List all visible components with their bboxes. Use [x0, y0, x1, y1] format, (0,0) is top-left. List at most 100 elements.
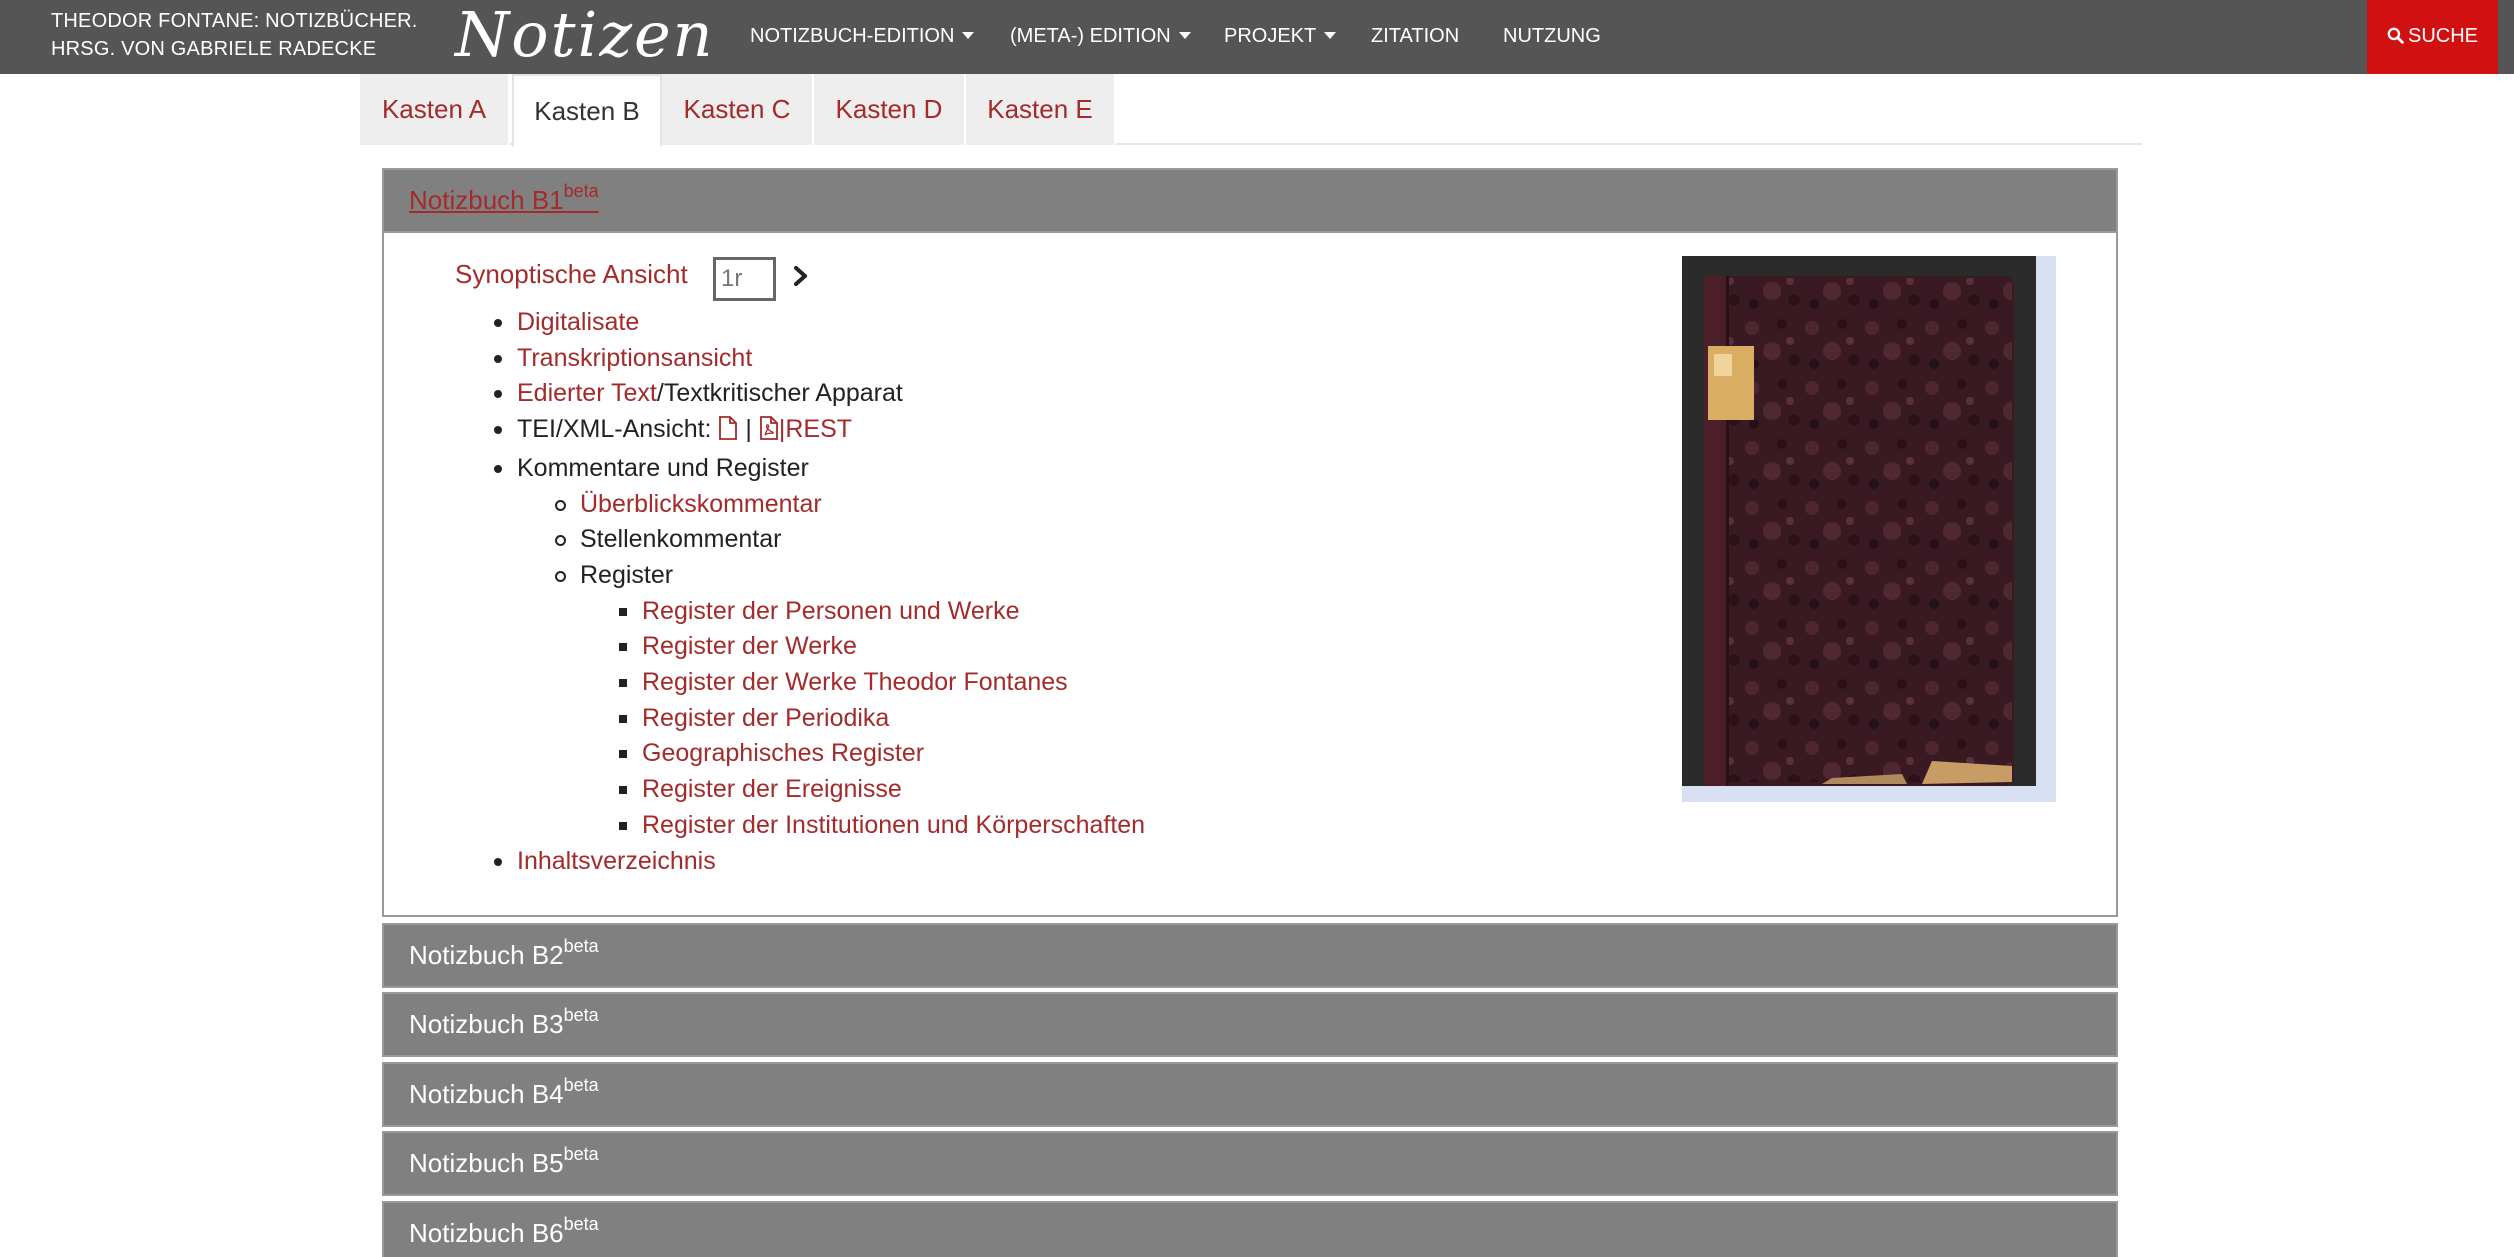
register-link[interactable]: Register der Periodika	[642, 704, 889, 732]
list-item: Register der Werke	[618, 629, 1145, 665]
stellenkommentar-label: Stellenkommentar	[580, 525, 782, 554]
panel-header[interactable]: Notizbuch B4beta	[384, 1064, 2116, 1125]
tei-label: TEI/XML-Ansicht:	[517, 415, 719, 444]
notebook-panel-b2: Notizbuch B2beta	[382, 923, 2118, 988]
list-item: Register der Ereignisse	[618, 772, 1145, 808]
brand-line-2: HRSG. VON GABRIELE RADECKE	[51, 38, 377, 60]
list-item: Stellenkommentar	[554, 522, 1145, 558]
nav-notizbuch-edition[interactable]: NOTIZBUCH-EDITION	[750, 0, 975, 74]
register-link[interactable]: Register der Personen und Werke	[642, 597, 1020, 625]
search-icon	[2387, 27, 2404, 44]
list-item: Inhaltsverzeichnis	[493, 844, 1145, 880]
register-list: Register der Personen und Werke Register…	[618, 594, 1145, 844]
kasten-tabs: Kasten A Kasten B Kasten C Kasten D Kast…	[360, 74, 2142, 147]
tab-kasten-d[interactable]: Kasten D	[814, 74, 966, 145]
pdf-file-icon[interactable]	[759, 415, 779, 451]
brand-title[interactable]: THEODOR FONTANE: NOTIZBÜCHER. HRSG. VON …	[51, 7, 418, 63]
tab-kasten-c[interactable]: Kasten C	[662, 74, 814, 145]
beta-badge: beta	[563, 1075, 599, 1095]
tab-label: Kasten D	[835, 94, 943, 124]
list-item: Register der Werke Theodor Fontanes	[618, 665, 1145, 701]
nav-nutzung[interactable]: NUTZUNG	[1503, 0, 1601, 74]
caret-down-icon	[1324, 32, 1337, 39]
panel-header[interactable]: Notizbuch B3beta	[384, 994, 2116, 1055]
kommentare-label: Kommentare und Register	[517, 453, 809, 482]
notebook-title: Notizbuch B2	[409, 940, 564, 970]
notizen-logo[interactable]: Notizen	[455, 0, 715, 74]
notebook-title: Notizbuch B4	[409, 1079, 564, 1109]
edierter-text-link[interactable]: Edierter Text	[517, 379, 657, 407]
search-button[interactable]: SUCHE	[2367, 0, 2498, 74]
list-item: Edierter Text/Textkritischer Apparat	[493, 376, 1145, 412]
beta-badge: beta	[563, 1005, 599, 1025]
list-item: TEI/XML-Ansicht: | |REST	[493, 412, 1145, 451]
notebook-panel-b6: Notizbuch B6beta	[382, 1201, 2118, 1257]
list-item: Überblickskommentar	[554, 487, 1145, 523]
nav-label: PROJEKT	[1224, 25, 1317, 47]
register-link[interactable]: Register der Werke Theodor Fontanes	[642, 668, 1068, 696]
tab-kasten-e[interactable]: Kasten E	[966, 74, 1116, 145]
rest-link[interactable]: |REST	[779, 415, 852, 443]
nav-label: NUTZUNG	[1503, 25, 1601, 47]
chevron-right-icon[interactable]	[792, 263, 810, 289]
notebook-panel-b5: Notizbuch B5beta	[382, 1131, 2118, 1196]
nav-zitation[interactable]: ZITATION	[1371, 0, 1459, 74]
nav-label: ZITATION	[1371, 25, 1460, 47]
caret-down-icon	[1178, 32, 1191, 39]
tei-separator: |	[738, 415, 759, 444]
tab-label: Kasten A	[381, 94, 487, 124]
list-item: Register Register der Personen und Werke…	[554, 558, 1145, 844]
tab-kasten-a[interactable]: Kasten A	[360, 74, 510, 145]
list-item: Register der Periodika	[618, 701, 1145, 737]
panel-header[interactable]: Notizbuch B5beta	[384, 1133, 2116, 1194]
brand-line-1: THEODOR FONTANE: NOTIZBÜCHER.	[51, 10, 418, 32]
inhaltsverzeichnis-link[interactable]: Inhaltsverzeichnis	[517, 847, 716, 875]
search-label: SUCHE	[2407, 25, 2478, 47]
panel-header[interactable]: Notizbuch B2beta	[384, 925, 2116, 986]
tab-label: Kasten B	[534, 96, 640, 126]
list-item: Register der Personen und Werke	[618, 594, 1145, 630]
digitalisate-link[interactable]: Digitalisate	[517, 308, 639, 336]
caret-down-icon	[962, 32, 975, 39]
nav-label: (META-) EDITION	[1010, 25, 1171, 47]
panel-header[interactable]: Notizbuch B1beta	[384, 170, 2116, 231]
tab-label: Kasten E	[987, 94, 1093, 124]
notebook-title: Notizbuch B3	[409, 1009, 564, 1039]
panel-header[interactable]: Notizbuch B6beta	[384, 1203, 2116, 1257]
nav-projekt[interactable]: PROJEKT	[1224, 0, 1337, 74]
page-input[interactable]	[713, 257, 776, 301]
logo-text: Notizen	[455, 0, 715, 71]
ueberblick-link[interactable]: Überblickskommentar	[580, 490, 822, 518]
synoptic-view-link[interactable]: Synoptische Ansicht	[455, 259, 688, 290]
transkription-link[interactable]: Transkriptionsansicht	[517, 344, 752, 372]
register-link[interactable]: Register der Institutionen und Körpersch…	[642, 811, 1145, 839]
tab-kasten-b[interactable]: Kasten B	[512, 74, 662, 147]
notebook-links-list: Digitalisate Transkriptionsansicht Edier…	[493, 305, 1145, 880]
register-link[interactable]: Register der Ereignisse	[642, 775, 902, 803]
beta-badge: beta	[563, 181, 599, 201]
notebook-title: Notizbuch B6	[409, 1218, 564, 1248]
top-navbar: THEODOR FONTANE: NOTIZBÜCHER. HRSG. VON …	[0, 0, 2514, 74]
beta-badge: beta	[563, 936, 599, 956]
apparat-text: /Textkritischer Apparat	[656, 379, 903, 408]
register-link[interactable]: Register der Werke	[642, 632, 857, 660]
notebook-cover-image[interactable]	[1682, 256, 2056, 802]
nav-meta-edition[interactable]: (META-) EDITION	[1010, 0, 1191, 74]
beta-badge: beta	[563, 1144, 599, 1164]
notebook-panel-b4: Notizbuch B4beta	[382, 1062, 2118, 1127]
notebook-title: Notizbuch B5	[409, 1148, 564, 1178]
file-icon[interactable]	[718, 415, 738, 451]
list-item: Digitalisate	[493, 305, 1145, 341]
register-label: Register	[580, 560, 674, 589]
panel-body: Synoptische Ansicht Digitalisate Transkr…	[384, 231, 2116, 915]
beta-badge: beta	[563, 1214, 599, 1234]
list-item: Kommentare und Register Überblickskommen…	[493, 451, 1145, 844]
list-item: Geographisches Register	[618, 736, 1145, 772]
notebook-panel-b1: Notizbuch B1beta Synoptische Ansicht Dig…	[382, 168, 2118, 917]
register-link[interactable]: Geographisches Register	[642, 739, 924, 767]
notebook-panel-b3: Notizbuch B3beta	[382, 992, 2118, 1057]
notebook-title: Notizbuch B1	[409, 185, 564, 215]
list-item: Transkriptionsansicht	[493, 341, 1145, 377]
tab-label: Kasten C	[683, 94, 791, 124]
notebook-title-link[interactable]: Notizbuch B1beta	[409, 182, 599, 215]
